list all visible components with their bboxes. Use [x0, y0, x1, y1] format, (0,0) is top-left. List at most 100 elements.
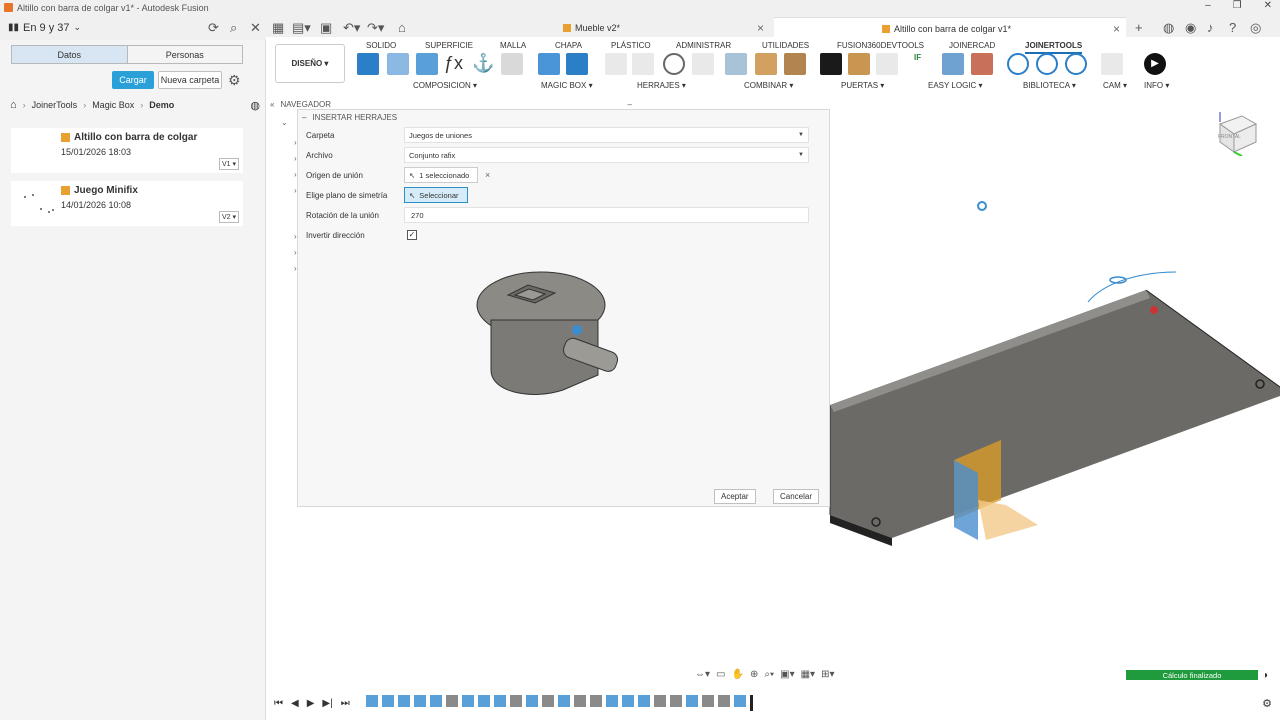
magic-box-cube-icon[interactable]	[566, 53, 588, 75]
tab-administrar[interactable]: ADMINISTRAR	[676, 41, 731, 50]
combine-cut-icon[interactable]	[755, 53, 777, 75]
model-tool-icon[interactable]	[416, 53, 438, 75]
close-tab-icon[interactable]: ×	[1113, 22, 1120, 36]
close-panel-icon[interactable]: ✕	[250, 20, 261, 36]
timeline-feature[interactable]	[541, 695, 554, 707]
rotacion-input[interactable]: 270	[404, 207, 809, 223]
timeline-feature[interactable]	[621, 695, 634, 707]
user-avatar-icon[interactable]: ◎	[1250, 20, 1261, 36]
display-settings-icon[interactable]: ▣▾	[780, 669, 794, 680]
home-icon[interactable]: ⌂	[398, 20, 406, 35]
timeline-feature[interactable]	[605, 695, 618, 707]
breadcrumb-magic-box[interactable]: Magic Box	[92, 100, 134, 110]
group-herrajes[interactable]: HERRAJES ▾	[637, 81, 686, 90]
group-puertas[interactable]: PUERTAS ▾	[841, 81, 884, 90]
cam-tool-icon[interactable]	[1101, 53, 1123, 75]
online-status-icon[interactable]: ◉	[1185, 20, 1196, 36]
function-icon[interactable]: ƒx	[444, 53, 466, 75]
anchor-icon[interactable]: ⚓	[472, 53, 494, 75]
hardware-cam-icon[interactable]	[663, 53, 685, 75]
tab-fusion360devtools[interactable]: FUSION360DEVTOOLS	[837, 41, 924, 50]
group-easy-logic[interactable]: EASY LOGIC ▾	[928, 81, 983, 90]
tab-chapa[interactable]: CHAPA	[555, 41, 582, 50]
notifications-icon[interactable]: ♪	[1207, 20, 1214, 35]
easy-logic-if-icon[interactable]: IF	[914, 53, 936, 75]
breadcrumb-demo[interactable]: Demo	[149, 100, 174, 110]
status-icon[interactable]: ◑	[1262, 670, 1268, 681]
timeline-feature[interactable]	[589, 695, 602, 707]
collapse-icon[interactable]: –	[302, 113, 306, 122]
group-magic-box[interactable]: MAGIC BOX ▾	[541, 81, 593, 90]
timeline-feature[interactable]	[669, 695, 682, 707]
timeline-next-icon[interactable]: ▶|	[322, 698, 332, 709]
tab-joinertools[interactable]: JOINERTOOLS	[1025, 41, 1083, 54]
tab-datos[interactable]: Datos	[12, 46, 128, 63]
library-download-icon[interactable]	[1036, 53, 1058, 75]
timeline-feature[interactable]	[413, 695, 426, 707]
easy-logic-rule-icon[interactable]	[971, 53, 993, 75]
collapse-arrows-icon[interactable]: «	[270, 100, 274, 109]
timeline-feature[interactable]	[717, 695, 730, 707]
pivot-point[interactable]	[977, 201, 987, 211]
look-at-icon[interactable]: ▭	[716, 669, 725, 680]
pan-icon[interactable]: ✋	[731, 669, 743, 680]
timeline-feature[interactable]	[653, 695, 666, 707]
grid-menu-icon[interactable]: ▦	[272, 20, 284, 36]
timeline-feature[interactable]	[701, 695, 714, 707]
timeline-feature[interactable]	[381, 695, 394, 707]
chevron-down-icon[interactable]: ⌄	[281, 118, 288, 127]
combine-join-icon[interactable]	[784, 53, 806, 75]
accept-button[interactable]: Aceptar	[714, 489, 756, 504]
zoom-icon[interactable]: ⊕	[750, 669, 758, 680]
globe-icon[interactable]: ◍	[250, 99, 260, 112]
timeline-feature[interactable]	[637, 695, 650, 707]
plano-select-button[interactable]: ↖ Seleccionar	[404, 187, 468, 203]
view-cube[interactable]: FRONTAL	[1212, 108, 1260, 157]
close-window-icon[interactable]: ✕	[1264, 0, 1272, 11]
group-biblioteca[interactable]: BIBLIOTECA ▾	[1023, 81, 1076, 90]
grid-settings-icon[interactable]: ▦▾	[801, 669, 815, 680]
door-select-icon[interactable]	[820, 53, 842, 75]
timeline-prev-icon[interactable]: ◀	[291, 698, 299, 709]
group-info[interactable]: INFO ▾	[1144, 81, 1169, 90]
timeline-start-icon[interactable]: ⏮	[274, 698, 283, 709]
timeline-feature[interactable]	[573, 695, 586, 707]
workspace-design-button[interactable]: DISEÑO ▾	[275, 44, 345, 83]
version-badge[interactable]: V2 ▾	[218, 211, 239, 223]
group-composicion[interactable]: COMPOSICION ▾	[413, 81, 477, 90]
group-combinar[interactable]: COMBINAR ▾	[744, 81, 793, 90]
library-upload-icon[interactable]	[1065, 53, 1087, 75]
timeline-play-icon[interactable]: ▶	[307, 698, 315, 709]
tab-malla[interactable]: MALLA	[500, 41, 526, 50]
cancel-button[interactable]: Cancelar	[773, 489, 820, 504]
file-icon[interactable]: ▤▾	[292, 20, 311, 36]
composition-tool-icon[interactable]	[387, 53, 409, 75]
timeline-feature[interactable]	[557, 695, 570, 707]
combine-box-icon[interactable]	[725, 53, 747, 75]
group-cam[interactable]: CAM ▾	[1103, 81, 1127, 90]
list-item[interactable]: Altillo con barra de colgar 15/01/2026 1…	[11, 128, 243, 173]
clear-selection-icon[interactable]: ×	[485, 170, 490, 180]
archivo-select[interactable]: Conjunto rafix ▼	[404, 147, 809, 163]
refresh-icon[interactable]: ⟳	[208, 20, 219, 36]
gear-icon[interactable]: ⚙	[228, 72, 241, 89]
minimize-icon[interactable]: –	[1205, 0, 1211, 11]
home-icon[interactable]: ⌂	[10, 99, 17, 111]
hardware-insert-icon[interactable]	[692, 53, 714, 75]
youtube-info-icon[interactable]: ▶	[1144, 53, 1166, 75]
invertir-checkbox[interactable]: ✓	[407, 230, 417, 240]
new-tab-icon[interactable]: +	[1135, 20, 1143, 35]
timeline-feature[interactable]	[477, 695, 490, 707]
timeline-settings-icon[interactable]: ⚙	[1262, 697, 1272, 710]
carpeta-select[interactable]: Juegos de uniones ▼	[404, 127, 809, 143]
tab-mueble[interactable]: Mueble v2* ×	[555, 17, 770, 39]
timeline-feature[interactable]	[733, 695, 746, 707]
library-sync-icon[interactable]	[1007, 53, 1029, 75]
door-panel-icon[interactable]	[848, 53, 870, 75]
tab-joinercad[interactable]: JOINERCAD	[949, 41, 995, 50]
timeline-feature[interactable]	[525, 695, 538, 707]
hardware-dowel-icon[interactable]	[632, 53, 654, 75]
timeline-feature[interactable]	[461, 695, 474, 707]
extensions-icon[interactable]: ◍	[1163, 20, 1174, 36]
viewports-icon[interactable]: ⊞▾	[821, 669, 834, 680]
